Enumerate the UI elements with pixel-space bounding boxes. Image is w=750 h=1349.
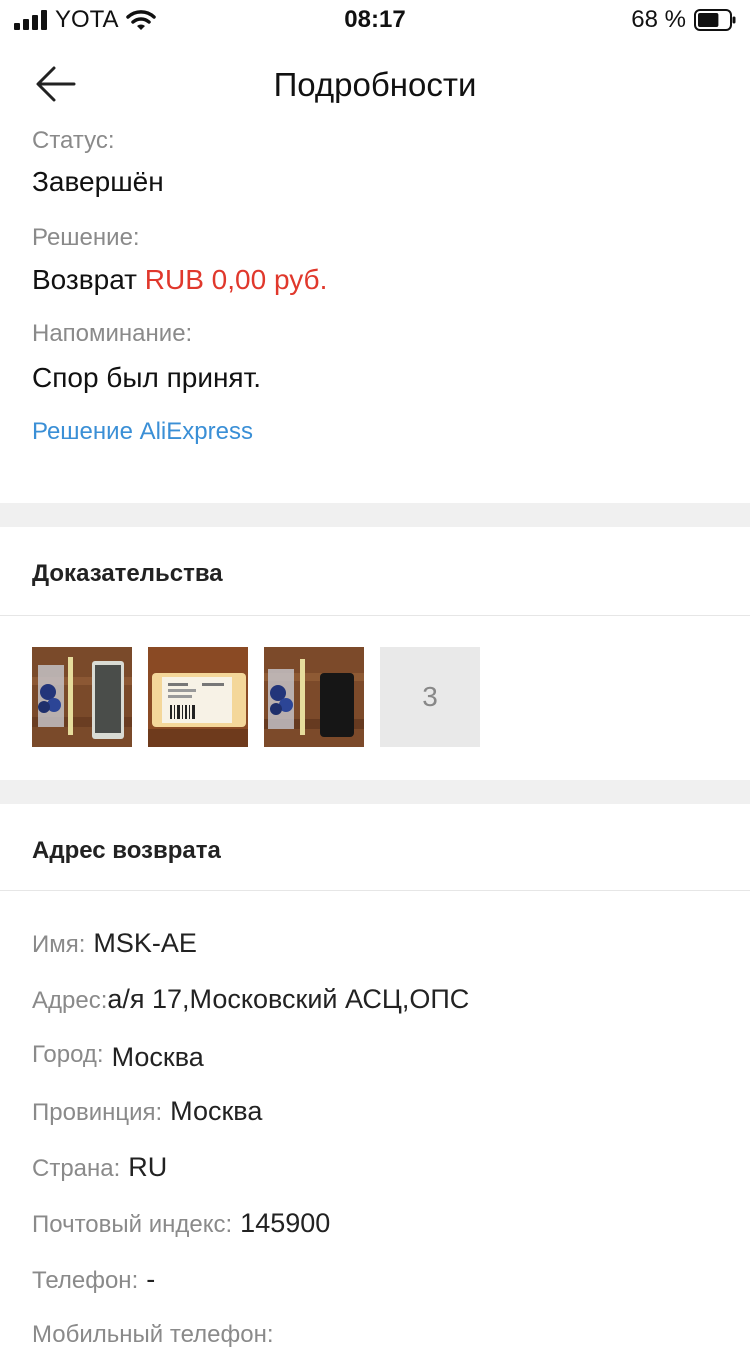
evidence-section-title: Доказательства [32,560,223,587]
divider [0,615,750,616]
address-row-address: Адрес:а/я 17,Московский АСЦ,ОПС [32,984,469,1015]
address-value: а/я 17,Московский АСЦ,ОПС [107,984,470,1014]
divider [0,890,750,891]
reminder-label: Напоминание: [32,320,193,347]
evidence-photo-1[interactable] [32,647,132,747]
address-row-city: Город: Москва [32,1038,204,1072]
section-separator [0,503,750,527]
resolution-value: Возврат RUB 0,00 руб. [32,264,327,296]
aliexpress-decision-link[interactable]: Решение AliExpress [32,418,253,446]
refund-amount: RUB 0,00 руб. [144,264,328,295]
address-label: Город: [32,1041,104,1068]
resolution-text: Возврат [32,264,137,295]
evidence-photo-2[interactable] [148,647,248,747]
address-label: Страна: [32,1155,121,1182]
address-label: Телефон: [32,1267,139,1294]
address-label: Провинция: [32,1099,163,1126]
address-label: Мобильный телефон: [32,1321,274,1348]
page-title: Подробности [273,66,477,103]
return-address-title: Адрес возврата [32,837,221,864]
address-value: MSK-AE [93,928,197,958]
address-label: Почтовый индекс: [32,1211,233,1238]
address-label: Адрес: [32,987,108,1014]
address-row-country: Страна: RU [32,1152,167,1183]
resolution-label: Решение: [32,224,140,251]
reminder-value: Спор был принят. [32,362,262,393]
status-bar: YOTA 08:17 68 % [0,0,750,42]
battery-percentage: 68 % [631,6,686,33]
battery-icon [694,9,736,31]
address-row-phone: Телефон: - [32,1264,155,1295]
address-row-postcode: Почтовый индекс: 145900 [32,1208,330,1239]
evidence-photo-3[interactable] [264,647,364,747]
top-navigation-bar: Подробности [0,42,750,128]
more-photos-button[interactable]: 3 [380,647,480,747]
address-label: Имя: [32,931,86,958]
status-value: Завершён [32,166,164,197]
address-value: - [146,1264,156,1294]
address-row-province: Провинция: Москва [32,1096,262,1127]
section-separator [0,780,750,804]
address-row-name: Имя: MSK-AE [32,928,197,959]
address-value: 145900 [240,1208,331,1238]
address-value: Москва [111,1042,204,1072]
address-value: RU [128,1152,168,1182]
status-label: Статус: [32,127,115,154]
address-value: Москва [170,1096,263,1126]
